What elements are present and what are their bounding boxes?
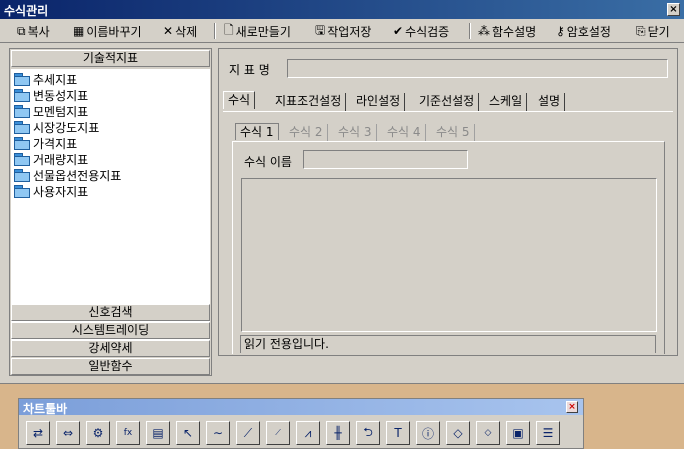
tab-divider [223,111,673,112]
toolbar: ⧉ 복사 ▦ 이름바꾸기 ✕ 삭제 🗋 새로만들기 🖫 작업저장 ✔ 수식검증 ⁂ 함수설명 … [0,20,684,43]
rename-button[interactable]: ▦ 이름바꾸기 [73,22,142,40]
tab-scale[interactable]: 스케일 [485,93,528,111]
cursor-icon[interactable]: ↖ [176,421,200,445]
category-strength-weakness[interactable]: 강세약세 [11,340,210,357]
trend-line-icon[interactable]: ⟋ [236,421,260,445]
delete-button[interactable]: ✕ 삭제 [163,22,197,40]
tree-item[interactable]: 거래량지표 [14,151,88,167]
toolbar-separator [469,23,471,39]
folder-icon [14,89,30,102]
folder-icon [14,105,30,118]
new-button[interactable]: 🗋 새로만들기 [224,22,291,40]
password-button[interactable]: ⚷ 암호설정 [556,22,611,40]
exit-door-icon: ⎘ [636,23,646,38]
list-settings-icon[interactable]: ☰ [536,421,560,445]
tab-baseline-settings[interactable]: 기준선설정 [415,93,480,111]
category-technical[interactable]: 기술적지표 [11,50,210,67]
toolbar-separator [214,23,216,39]
chart-toolbar-title-bar: 차트툴바 × [19,399,583,416]
chart-grid-icon[interactable]: ▤ [146,421,170,445]
checkmark-icon: ✔ [393,24,404,38]
close-chart-toolbar-button[interactable]: × [566,401,578,413]
tree-item[interactable]: 선물옵션전용지표 [14,167,121,183]
copy-icon: ⧉ [17,23,26,38]
category-signal-search[interactable]: 신호검색 [11,304,210,321]
info-marker-icon[interactable]: ⓘ [416,421,440,445]
function-help-button[interactable]: ⁂ 함수설명 [478,22,536,40]
folder-icon [14,137,30,150]
text-tool-icon[interactable]: T [386,421,410,445]
line-chart-icon[interactable]: ⩘ [296,421,320,445]
gear-icon[interactable]: ⚙ [86,421,110,445]
rename-icon: ▦ [73,24,85,38]
key-icon: ⚷ [556,24,565,38]
title-bar: 수식관리 × [0,0,684,19]
eraser-icon[interactable]: ◇ [446,421,470,445]
toggle-arrows-icon[interactable]: ⇄ [26,421,50,445]
horizontal-line-icon[interactable]: ∼ [206,421,230,445]
resize-arrows-icon[interactable]: ⇔ [56,421,80,445]
subtab-formula-2[interactable]: 수식 2 [285,124,328,141]
subtab-formula-1[interactable]: 수식 1 [235,123,279,140]
copy-button[interactable]: ⧉ 복사 [17,22,50,40]
readonly-status: 읽기 전용입니다. [240,335,656,353]
auto-line-icon[interactable]: ⟋ [266,421,290,445]
subtab-formula-4[interactable]: 수식 4 [383,124,426,141]
magic-wand-icon: ⁂ [478,24,490,38]
close-window-button[interactable]: × [667,3,680,16]
folder-icon [14,121,30,134]
formula-editor-textarea[interactable] [241,178,657,332]
formula-name-field[interactable] [303,150,468,169]
subtab-formula-5[interactable]: 수식 5 [432,124,475,141]
formula-name-label: 수식 이름 [244,155,292,169]
text-box-icon[interactable]: ▣ [506,421,530,445]
formula-manager-window: 수식관리 × ⧉ 복사 ▦ 이름바꾸기 ✕ 삭제 🗋 새로만들기 🖫 작업저장 ✔ 수식검증… [0,0,684,384]
tree-item[interactable]: 변동성지표 [14,87,88,103]
candlestick-icon[interactable]: ╫ [326,421,350,445]
chart-toolbar-window: 차트툴바 × ⇄ ⇔ ⚙ fx ▤ ↖ ∼ ⟋ ⟋ ⩘ ╫ ⮌ T ⓘ ◇ ◇ … [18,398,584,449]
chart-toolbar-title: 차트툴바 [23,402,68,416]
category-system-trading[interactable]: 시스템트레이딩 [11,322,210,339]
formula-editor-panel: 지 표 명 수식 지표조건설정 라인설정 기준선설정 스케일 설명 수식 1 수… [218,48,678,356]
tree-item[interactable]: 추세지표 [14,71,77,87]
verify-button[interactable]: ✔ 수식검증 [393,22,449,40]
close-button[interactable]: ⎘ 닫기 [636,22,670,40]
window-title: 수식관리 [4,4,49,18]
undo-arrow-icon[interactable]: ⮌ [356,421,380,445]
folder-icon [14,185,30,198]
folder-icon [14,169,30,182]
new-document-icon: 🗋 [224,22,234,37]
indicator-name-field[interactable] [287,59,668,78]
tree-item[interactable]: 시장강도지표 [14,119,99,135]
folder-icon [14,73,30,86]
tree-item[interactable]: 가격지표 [14,135,77,151]
indicator-category-panel: 기술적지표 추세지표 변동성지표 모멘텀지표 시장강도지표 가격지표 거래량지표… [9,48,212,376]
delete-icon: ✕ [163,24,174,38]
save-button[interactable]: 🖫 작업저장 [315,22,371,40]
subtab-formula-3[interactable]: 수식 3 [334,124,377,141]
indicator-name-label: 지 표 명 [229,63,270,77]
tab-indicator-conditions[interactable]: 지표조건설정 [271,93,347,111]
category-general-functions[interactable]: 일반함수 [11,358,210,375]
tree-item[interactable]: 사용자지표 [14,183,88,199]
function-icon[interactable]: fx [116,421,140,445]
tab-description[interactable]: 설명 [534,93,566,111]
folder-icon [14,153,30,166]
tree-item[interactable]: 모멘텀지표 [14,103,88,119]
tab-line-settings[interactable]: 라인설정 [352,93,406,111]
erase-all-icon[interactable]: ◇ [476,421,500,445]
tab-formula[interactable]: 수식 [223,91,256,109]
save-icon: 🖫 [315,22,326,37]
